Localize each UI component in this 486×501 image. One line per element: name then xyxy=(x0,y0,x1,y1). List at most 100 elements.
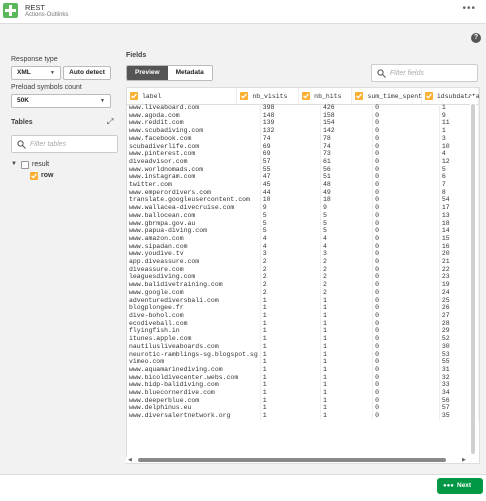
table-cell: 139 xyxy=(260,119,321,128)
table-cell: 49 xyxy=(320,188,374,197)
table-cell: www.pinterest.com xyxy=(127,150,261,158)
table-cell: 0 xyxy=(372,211,440,220)
table-cell: 0 xyxy=(372,273,440,282)
preload-select[interactable]: 50K ▼ xyxy=(11,94,111,108)
result-checkbox[interactable] xyxy=(21,161,29,169)
table-cell: 0 xyxy=(372,365,440,374)
fields-label: Fields xyxy=(126,52,147,59)
column-checkbox[interactable] xyxy=(240,92,249,100)
table-cell: 74 xyxy=(320,142,374,151)
filter-fields-input[interactable]: Filter fields xyxy=(371,64,478,82)
tab-preview[interactable]: Preview xyxy=(127,66,168,80)
column-header-label[interactable]: label xyxy=(127,88,238,104)
table-cell: 0 xyxy=(372,288,440,297)
table-cell: 55 xyxy=(260,165,321,174)
table-cell: 5 xyxy=(260,227,321,235)
table-cell: 1 xyxy=(320,319,374,328)
horizontal-scroll-thumb[interactable] xyxy=(138,458,446,462)
column-checkbox[interactable] xyxy=(130,92,138,100)
table-cell: www.reddit.com xyxy=(127,119,261,128)
table-row: dive-bohol.com 1 1 0 27 xyxy=(127,311,479,320)
table-cell: 0 xyxy=(372,242,440,251)
response-type-select[interactable]: XML ▼ xyxy=(11,66,61,80)
table-cell: 0 xyxy=(372,381,440,390)
table-cell: 1 xyxy=(320,350,374,359)
table-row: www.bidp-balidiving.com 1 1 0 33 xyxy=(127,381,479,390)
table-cell: 0 xyxy=(372,219,440,228)
row-checkbox[interactable] xyxy=(30,172,38,180)
horizontal-scrollbar[interactable]: ◀ ▶ xyxy=(126,457,470,463)
auto-detect-button[interactable]: Auto detect xyxy=(63,66,111,80)
table-cell: www.bluecornerdive.com xyxy=(127,389,261,397)
table-cell: www.instagram.com xyxy=(127,173,261,182)
table-row: diveassure.com 2 2 0 22 xyxy=(127,265,479,274)
app-title: REST xyxy=(25,3,46,12)
table-row: www.youdive.tv 3 3 0 20 xyxy=(127,250,479,259)
table-row: adventurediversbali.com 1 1 0 25 xyxy=(127,296,479,305)
table-cell: 1 xyxy=(320,335,374,343)
table-row: vimeo.com 1 1 0 55 xyxy=(127,358,479,366)
help-icon[interactable]: ? xyxy=(471,33,481,43)
column-header-nb-hits[interactable]: nb_hits xyxy=(299,88,353,104)
table-cell: 0 xyxy=(372,119,440,128)
table-row: www.wallacea-divecruise.com 9 9 0 17 xyxy=(127,204,479,212)
tab-metadata[interactable]: Metadata xyxy=(168,66,212,80)
table-cell: 1 xyxy=(320,304,374,312)
table-cell: 1 xyxy=(260,412,321,420)
table-cell: 0 xyxy=(372,396,440,405)
table-cell: leaguesdiving.com xyxy=(127,273,261,282)
filter-tables-input[interactable]: Filter tables xyxy=(11,135,118,153)
table-cell: 0 xyxy=(372,296,440,305)
table-cell: flyingfish.in xyxy=(127,327,261,336)
table-cell: 0 xyxy=(372,134,440,143)
table-row: www.delphinus.eu 1 1 0 57 xyxy=(127,404,479,413)
column-checkbox[interactable] xyxy=(355,92,364,100)
table-cell: nautilusliveaboards.com xyxy=(127,342,261,351)
table-row: www.sipadan.com 4 4 0 16 xyxy=(127,242,479,251)
next-button[interactable]: ●●● Next xyxy=(437,478,483,494)
table-cell: dive-bohol.com xyxy=(127,311,261,320)
table-row: www.google.com 2 2 0 24 xyxy=(127,288,479,297)
table-cell: 5 xyxy=(320,219,374,228)
vertical-scrollbar[interactable] xyxy=(470,96,476,459)
table-cell: 48 xyxy=(320,181,374,189)
table-cell: www.liveaboard.com xyxy=(127,104,261,112)
filter-fields-placeholder: Filter fields xyxy=(390,70,424,77)
vertical-scroll-thumb[interactable] xyxy=(471,104,475,454)
column-checkbox[interactable] xyxy=(424,92,433,100)
table-row: flyingfish.in 1 1 0 29 xyxy=(127,327,479,336)
table-cell: 0 xyxy=(372,150,440,158)
table-cell: 1 xyxy=(260,296,321,305)
table-cell: 1 xyxy=(320,396,374,405)
table-cell: 142 xyxy=(320,127,374,135)
table-cell: 61 xyxy=(320,157,374,166)
table-cell: twitter.com xyxy=(127,181,261,189)
scroll-left-icon[interactable]: ◀ xyxy=(128,457,132,463)
more-menu-icon[interactable]: ••• xyxy=(462,3,476,14)
table-cell: 0 xyxy=(372,196,440,205)
table-cell: 51 xyxy=(320,173,374,182)
column-checkbox[interactable] xyxy=(302,92,311,100)
table-cell: 0 xyxy=(372,281,440,289)
column-header-sum-time-spent[interactable]: sum_time_spent xyxy=(352,88,422,104)
collapse-icon[interactable]: ▼ xyxy=(11,161,17,167)
rest-connector-icon xyxy=(3,3,18,18)
expand-icon[interactable]: ⤢ xyxy=(107,117,113,127)
column-header-nb-visits[interactable]: nb_visits xyxy=(237,88,300,104)
table-cell: adventurediversbali.com xyxy=(127,296,261,305)
table-cell: 74 xyxy=(260,134,321,143)
table-row: www.amazon.com 4 4 0 15 xyxy=(127,234,479,243)
table-cell: 1 xyxy=(260,404,321,413)
table-cell: 0 xyxy=(372,204,440,212)
table-cell: www.amazon.com xyxy=(127,234,261,243)
table-cell: 0 xyxy=(372,389,440,397)
table-cell: 2 xyxy=(260,273,321,282)
scroll-right-icon[interactable]: ▶ xyxy=(462,457,466,463)
table-cell: 0 xyxy=(372,311,440,320)
table-cell: 2 xyxy=(260,265,321,274)
table-cell: 0 xyxy=(372,412,440,420)
table-cell: 4 xyxy=(320,242,374,251)
table-cell: 2 xyxy=(320,281,374,289)
table-cell: 73 xyxy=(320,150,374,158)
table-cell: www.bidp-balidiving.com xyxy=(127,381,261,390)
